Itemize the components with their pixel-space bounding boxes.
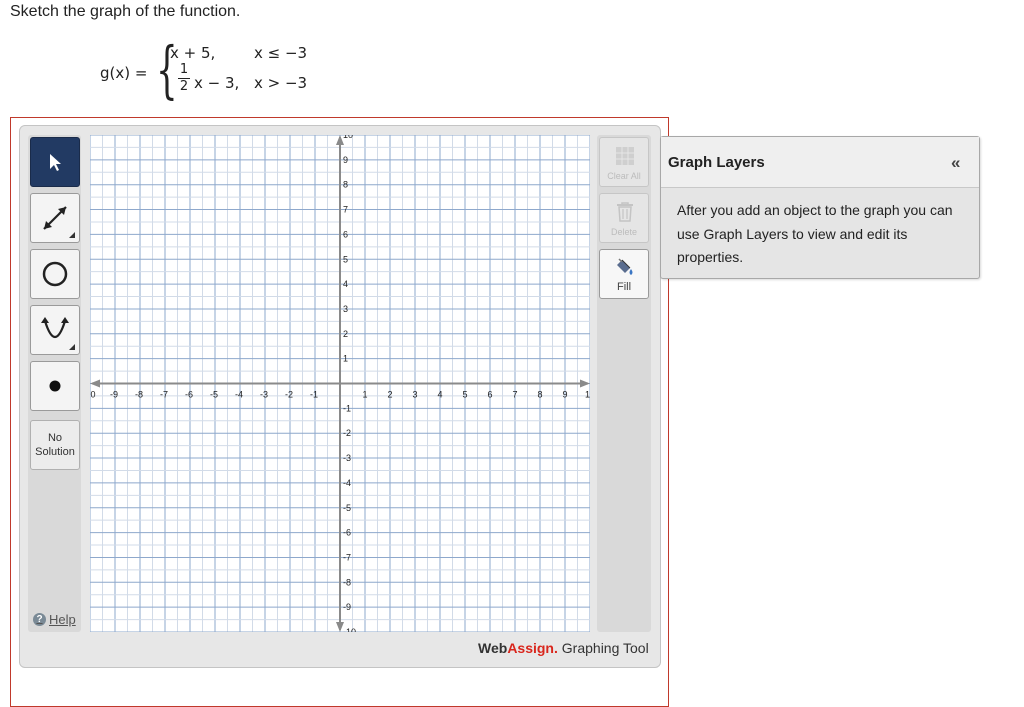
pointer-arrow-icon	[50, 154, 61, 171]
x-tick-label: 7	[512, 390, 517, 400]
y-tick-label: 5	[343, 254, 348, 264]
y-tick-label: -4	[343, 478, 351, 488]
piece-2-condition: x > −3	[254, 74, 308, 92]
trash-icon	[617, 202, 633, 222]
y-tick-label: 6	[343, 229, 348, 239]
x-tick-label: 2	[387, 390, 392, 400]
pointer-tool-button[interactable]	[30, 137, 80, 187]
x-tick-label: 10	[585, 390, 590, 400]
x-tick-label: -9	[110, 390, 118, 400]
fill-label: Fill	[616, 281, 632, 293]
no-solution-button[interactable]: No Solution	[30, 420, 80, 470]
function-piece-1: x + 5, x ≤ −3	[170, 44, 307, 62]
graph-layers-description: After you add an object to the graph you…	[677, 202, 953, 265]
y-tick-label: -5	[343, 503, 351, 513]
brand-assign: Assign.	[507, 640, 558, 656]
line-tool-button[interactable]	[30, 193, 80, 243]
line-segment-icon	[43, 206, 67, 230]
circle-tool-button[interactable]	[30, 249, 80, 299]
parabola-tool-button[interactable]	[30, 305, 80, 355]
x-tick-label: 8	[537, 390, 542, 400]
parabola-icon	[41, 317, 69, 339]
point-icon	[49, 380, 61, 392]
y-tick-label: -3	[343, 453, 351, 463]
brand-tool: Graphing Tool	[557, 640, 649, 656]
delete-button[interactable]: Delete	[599, 193, 649, 243]
y-tick-label: 7	[343, 205, 348, 215]
fill-button[interactable]: Fill	[599, 249, 649, 299]
graph-layers-panel: Graph Layers « After you add an object t…	[660, 136, 980, 279]
clear-all-label: Clear All	[607, 171, 641, 181]
y-tick-label: -8	[343, 577, 351, 587]
graph-layers-header[interactable]: Graph Layers «	[661, 137, 979, 188]
y-tick-label: 10	[343, 135, 353, 140]
y-tick-label: -1	[343, 403, 351, 413]
y-tick-label: -7	[343, 552, 351, 562]
x-tick-label: -4	[235, 390, 243, 400]
point-tool-button[interactable]	[30, 361, 80, 411]
circle-icon	[42, 261, 68, 287]
paint-bucket-icon	[617, 258, 633, 275]
fraction-numerator: 1	[178, 62, 190, 79]
piece-1-condition: x ≤ −3	[254, 44, 308, 62]
fraction-denominator: 2	[179, 79, 189, 94]
piece-2-expression: x − 3,	[194, 74, 240, 92]
function-name: g(x) =	[100, 64, 148, 82]
y-tick-label: -2	[343, 428, 351, 438]
collapse-icon[interactable]: «	[951, 153, 960, 173]
x-tick-label: -5	[210, 390, 218, 400]
y-tick-label: 4	[343, 279, 348, 289]
piece-1-expression: x + 5,	[170, 44, 216, 62]
brand-web: Web	[478, 640, 508, 656]
x-tick-label: -1	[310, 390, 318, 400]
help-link[interactable]: ? Help	[33, 612, 76, 627]
piecewise-function: g(x) = { x + 5, x ≤ −3 1 2 x − 3, x > −3	[100, 38, 360, 106]
x-tick-label: 9	[562, 390, 567, 400]
y-tick-label: -10	[343, 627, 356, 632]
y-tick-label: 2	[343, 329, 348, 339]
x-tick-label: 3	[412, 390, 417, 400]
y-tick-label: 1	[343, 354, 348, 364]
clear-all-button[interactable]: Clear All	[599, 137, 649, 187]
help-icon: ?	[33, 613, 46, 626]
y-tick-label: 8	[343, 180, 348, 190]
tool-options-indicator	[69, 232, 75, 238]
coordinate-grid[interactable]: -10 -9 -8 -7 -6 -5 -4 -3 -2 -1 1 2 3 4 5 6 7 8 9 10 10 9 8 7 6 5 4…	[90, 135, 590, 632]
x-tick-label: -6	[185, 390, 193, 400]
clear-grid-icon	[616, 147, 634, 165]
x-tick-label: -2	[285, 390, 293, 400]
x-tick-label: -3	[260, 390, 268, 400]
y-tick-label: 3	[343, 304, 348, 314]
x-tick-label: 5	[462, 390, 467, 400]
no-solution-line-1: No	[47, 432, 63, 444]
x-tick-label: 1	[362, 390, 367, 400]
y-tick-label: -9	[343, 602, 351, 612]
webassign-brand: WebAssign. Graphing Tool	[478, 640, 649, 656]
x-tick-label: 6	[487, 390, 492, 400]
x-tick-label: -8	[135, 390, 143, 400]
help-label: Help	[49, 612, 76, 627]
delete-label: Delete	[610, 227, 637, 237]
y-tick-label: -6	[343, 528, 351, 538]
x-tick-label: -10	[90, 390, 96, 400]
tool-options-indicator	[69, 344, 75, 350]
instruction-text: Sketch the graph of the function.	[10, 3, 241, 20]
fraction: 1 2	[178, 63, 190, 94]
x-tick-label: -7	[160, 390, 168, 400]
graph-layers-title: Graph Layers	[668, 154, 765, 171]
x-tick-label: 4	[437, 390, 442, 400]
no-solution-line-2: Solution	[35, 446, 75, 458]
y-tick-label: 9	[343, 155, 348, 165]
